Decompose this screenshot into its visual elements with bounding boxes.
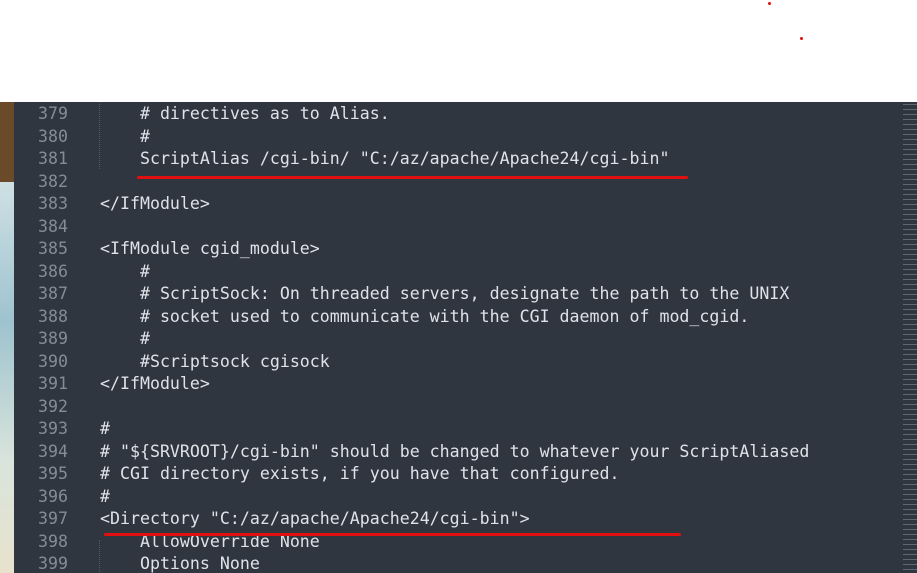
code-line[interactable]: 387 # ScriptSock: On threaded servers, d…	[14, 283, 894, 306]
code-line[interactable]: 394 # "${SRVROOT}/cgi-bin" should be chan…	[14, 441, 894, 464]
line-number: 391	[38, 374, 68, 393]
line-number: 396	[38, 486, 68, 506]
code-line[interactable]: 393 #	[14, 418, 894, 441]
line-text: </IfModule>	[100, 194, 210, 213]
line-text: #	[100, 261, 150, 281]
annotation-underline	[137, 176, 688, 179]
line-text: #	[100, 126, 150, 146]
annotation-dot	[800, 37, 803, 40]
line-text: # directives as to Alias.	[100, 104, 390, 123]
line-number: 384	[38, 216, 68, 236]
line-number: 382	[38, 171, 68, 191]
line-number: 393	[38, 419, 68, 438]
line-number: 379	[38, 104, 68, 123]
line-number: 383	[38, 194, 68, 213]
annotation-underline	[104, 533, 681, 536]
line-number: 392	[38, 396, 68, 416]
code-line[interactable]: 395 # CGI directory exists, if you have t…	[14, 463, 894, 486]
code-line[interactable]: 390 #Scriptsock cgisock	[14, 351, 894, 374]
line-number: 381	[38, 149, 68, 168]
line-text: # socket used to communicate with the CG…	[100, 306, 750, 326]
code-line[interactable]: 382	[14, 171, 894, 194]
code-line[interactable]: 399 Options None	[14, 553, 894, 573]
code-line[interactable]: 391 </IfModule>	[14, 373, 894, 396]
desktop-background	[0, 102, 14, 573]
line-number: 386	[38, 261, 68, 281]
line-number: 398	[38, 531, 68, 551]
line-number: 397	[38, 509, 68, 528]
code-line[interactable]: 379 # directives as to Alias.	[14, 103, 894, 126]
code-line[interactable]: 383 </IfModule>	[14, 193, 894, 216]
line-number: 390	[38, 351, 68, 371]
code-line[interactable]: 389 #	[14, 328, 894, 351]
line-text: # CGI directory exists, if you have that…	[100, 464, 620, 483]
line-number: 394	[38, 441, 68, 461]
line-text: #	[100, 419, 110, 438]
code-line[interactable]: 397 <Directory "C:/az/apache/Apache24/cgi…	[14, 508, 894, 531]
line-text: # "${SRVROOT}/cgi-bin" should be changed…	[100, 441, 810, 461]
line-text: </IfModule>	[100, 374, 210, 393]
line-text: ScriptAlias /cgi-bin/ "C:/az/apache/Apac…	[100, 149, 670, 168]
line-number: 389	[38, 329, 68, 348]
line-text: #	[100, 486, 110, 506]
code-line[interactable]: 384	[14, 216, 894, 239]
line-number: 380	[38, 126, 68, 146]
line-text: # ScriptSock: On threaded servers, desig…	[100, 284, 790, 303]
line-number: 399	[38, 554, 68, 573]
line-text: Options None	[100, 554, 260, 573]
annotation-dot	[768, 2, 771, 5]
line-number: 385	[38, 239, 68, 258]
line-text: <Directory "C:/az/apache/Apache24/cgi-bi…	[100, 509, 530, 528]
code-line[interactable]: 388 # socket used to communicate with th…	[14, 306, 894, 329]
code-line[interactable]: 392	[14, 396, 894, 419]
line-number: 387	[38, 284, 68, 303]
line-text: #Scriptsock cgisock	[100, 351, 330, 371]
minimap[interactable]	[903, 102, 917, 573]
code-line[interactable]: 385 <IfModule cgid_module>	[14, 238, 894, 261]
code-line[interactable]: 380 #	[14, 126, 894, 149]
code-editor[interactable]: 379 # directives as to Alias. 380 #381 Sc…	[14, 102, 917, 573]
line-number: 395	[38, 464, 68, 483]
code-line[interactable]: 396 #	[14, 486, 894, 509]
line-number: 388	[38, 306, 68, 326]
code-line[interactable]: 381 ScriptAlias /cgi-bin/ "C:/az/apache/…	[14, 148, 894, 171]
line-text: #	[100, 329, 150, 348]
line-text: <IfModule cgid_module>	[100, 239, 320, 258]
code-line[interactable]: 386 #	[14, 261, 894, 284]
